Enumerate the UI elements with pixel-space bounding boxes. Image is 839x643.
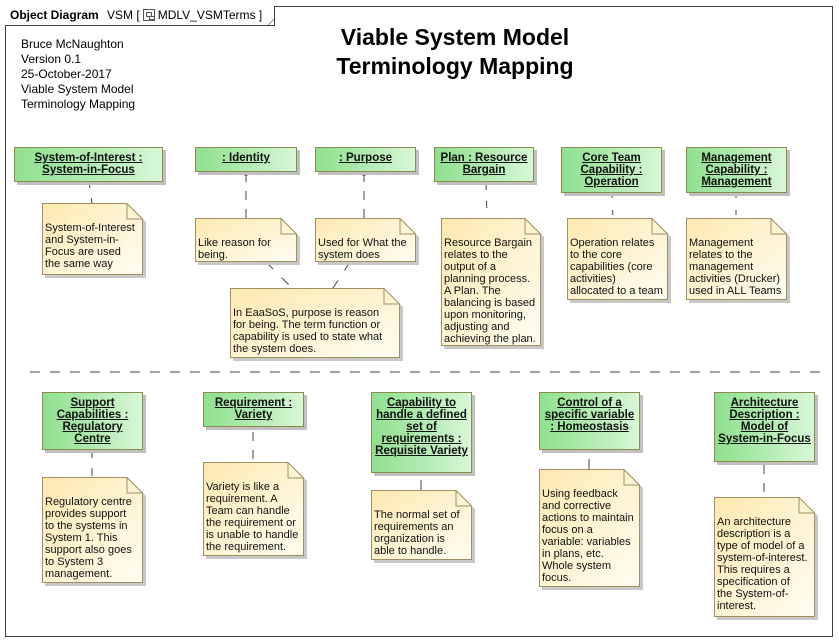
note-text: Used for What the system does <box>318 237 407 261</box>
note-eaasos-purpose[interactable]: In EaaSoS, purpose is reason for being. … <box>230 288 403 361</box>
instance-plan-resource-bargain[interactable]: Plan : Resource Bargain <box>434 147 534 182</box>
diagram-kind: Object Diagram <box>10 8 99 22</box>
title-line-1: Viable System Model <box>340 24 570 50</box>
instance-requisite-variety[interactable]: Capability to handle a defined set of re… <box>371 392 472 473</box>
instance-label: System-of-Interest : System-in-Focus <box>34 152 143 176</box>
subject: Viable System Model <box>21 82 134 96</box>
diagram-icon <box>142 9 155 21</box>
instance-label: Support Capabilities : Regulatory Centre <box>56 397 129 445</box>
instance-homeostasis[interactable]: Control of a specific variable : Homeost… <box>539 392 640 450</box>
date: 25-October-2017 <box>21 67 112 81</box>
instance-label: Control of a specific variable : Homeost… <box>544 397 635 433</box>
instance-system-of-interest[interactable]: System-of-Interest : System-in-Focus <box>14 147 163 182</box>
instance-support-capabilities[interactable]: Support Capabilities : Regulatory Centre <box>42 392 143 450</box>
note-homeostasis[interactable]: Using feedback and corrective actions to… <box>539 469 643 590</box>
note-operation[interactable]: Operation relates to the core capabiliti… <box>567 218 671 303</box>
note-system-of-interest[interactable]: System-of-Interest and System-in- Focus … <box>42 203 146 278</box>
diagram-metadata: Bruce McNaughton Version 0.1 25-October-… <box>21 37 135 112</box>
instance-requirement-variety[interactable]: Requirement : Variety <box>203 392 304 427</box>
note-variety[interactable]: Variety is like a requirement. A Team ca… <box>203 462 307 559</box>
note-text: System-of-Interest and System-in- Focus … <box>45 222 135 270</box>
note-text: Using feedback and corrective actions to… <box>542 488 634 584</box>
instance-label: Core Team Capability : Operation <box>580 152 643 188</box>
note-resource-bargain[interactable]: Resource Bargain relates to the output o… <box>441 218 544 349</box>
instance-management-capability[interactable]: Management Capability : Management <box>686 147 787 193</box>
note-requisite-variety[interactable]: The normal set of requirements an organi… <box>371 490 475 563</box>
diagram-title: Viable System Model Terminology Mapping <box>300 23 610 81</box>
note-purpose[interactable]: Used for What the system does <box>315 218 419 265</box>
note-text: Regulatory centre provides support to th… <box>45 496 132 580</box>
note-text: Management relates to the management act… <box>689 237 782 297</box>
note-text: Like reason for being. <box>198 237 271 261</box>
note-regulatory-centre[interactable]: Regulatory centre provides support to th… <box>42 477 146 586</box>
note-text: An architecture description is a type of… <box>717 516 808 612</box>
diagram-package: VSM <box>107 8 134 22</box>
instance-label: Architecture Description : Model of Syst… <box>718 397 811 445</box>
note-identity[interactable]: Like reason for being. <box>195 218 300 265</box>
note-text: Variety is like a requirement. A Team ca… <box>206 481 299 553</box>
diagram-frame-header[interactable]: Object Diagram VSM [MDLV_VSMTerms ] <box>5 6 276 26</box>
instance-purpose[interactable]: : Purpose <box>315 147 416 172</box>
instance-label: Capability to handle a defined set of re… <box>375 397 468 457</box>
instance-core-team-capability[interactable]: Core Team Capability : Operation <box>561 147 662 193</box>
note-text: In EaaSoS, purpose is reason for being. … <box>233 307 383 355</box>
author: Bruce McNaughton <box>21 37 124 51</box>
instance-identity[interactable]: : Identity <box>195 147 297 172</box>
note-text: Operation relates to the core capabiliti… <box>570 237 663 297</box>
note-text: Resource Bargain relates to the output o… <box>444 237 536 345</box>
instance-label: Management Capability : Management <box>701 152 772 188</box>
note-management[interactable]: Management relates to the management act… <box>686 218 790 303</box>
note-architecture-description[interactable]: An architecture description is a type of… <box>714 497 818 620</box>
subtitle: Terminology Mapping <box>21 97 136 111</box>
instance-label: : Identity <box>222 152 270 164</box>
instance-label: Requirement : Variety <box>214 397 293 421</box>
instance-label: : Purpose <box>338 152 393 164</box>
version: Version 0.1 <box>21 52 82 66</box>
instance-label: Plan : Resource Bargain <box>440 152 528 176</box>
title-line-2: Terminology Mapping <box>336 53 574 79</box>
diagram-name: MDLV_VSMTerms <box>157 8 256 22</box>
instance-architecture-description[interactable]: Architecture Description : Model of Syst… <box>714 392 815 462</box>
note-text: The normal set of requirements an organi… <box>374 509 460 557</box>
